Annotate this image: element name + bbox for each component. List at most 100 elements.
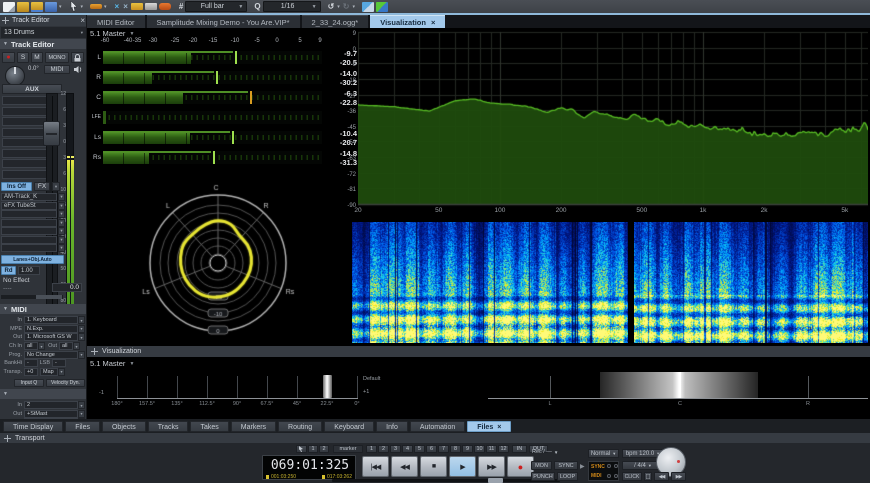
insert-slot[interactable]: [1, 244, 57, 252]
midi-chout-value[interactable]: all: [59, 342, 73, 350]
quantize-dropdown[interactable]: 1/16 ▼: [262, 1, 321, 12]
import-audio-icon[interactable]: [31, 1, 43, 12]
midi-mode-button[interactable]: MIDI: [44, 65, 70, 74]
viz-source-selector[interactable]: 5.1 Master ▼: [90, 29, 134, 38]
marker-number-button[interactable]: 9: [462, 445, 473, 453]
monitoring-button[interactable]: MON: [531, 461, 552, 470]
marker-number-button[interactable]: 12: [498, 445, 509, 453]
midi-row-value[interactable]: 1. Keyboard: [24, 316, 78, 324]
insert-slot[interactable]: AM-Track_K: [1, 193, 57, 201]
loop-button[interactable]: LOOP: [557, 472, 578, 481]
dropdown-icon[interactable]: ▾: [38, 342, 45, 350]
scrub-back-button[interactable]: ◀◀: [654, 472, 669, 481]
mouse-mode-icon[interactable]: [69, 1, 79, 12]
insert-slot[interactable]: [1, 210, 57, 218]
document-tab[interactable]: Visualization ×: [370, 15, 446, 28]
dock-tab[interactable]: Files ×: [467, 420, 512, 432]
play-mode-1-button[interactable]: 1: [308, 445, 318, 453]
midi-row-dropdown-icon[interactable]: ▾: [78, 316, 85, 324]
insert-slot-dropdown-icon[interactable]: ▾: [58, 227, 65, 235]
midi-transp-value[interactable]: +0: [24, 367, 38, 376]
forward-button[interactable]: ▶▶: [478, 456, 505, 477]
section-midi[interactable]: ▼ MIDI: [0, 304, 86, 314]
dock-tab[interactable]: Routing: [278, 420, 323, 432]
undo-caret-icon[interactable]: ▾: [337, 2, 340, 12]
redo-caret-icon[interactable]: ▾: [353, 2, 356, 12]
insert-slot-dropdown-icon[interactable]: ▾: [58, 210, 65, 218]
velocity-dynamics-button[interactable]: Velocity Dyn.: [46, 379, 85, 387]
dropdown-icon[interactable]: ▾: [73, 342, 80, 350]
record-mode-selector[interactable]: Rec / — ▼: [532, 449, 558, 455]
crossfade-editor-icon[interactable]: ×: [115, 2, 120, 11]
play-mode-selector[interactable]: Normal ▼: [588, 449, 619, 458]
play-button[interactable]: ▶: [449, 456, 476, 477]
marker-number-button[interactable]: 11: [486, 445, 497, 453]
expand-arrow-icon[interactable]: ▶: [580, 463, 585, 470]
tab-close-icon[interactable]: ×: [431, 18, 435, 27]
midi-row-value[interactable]: 1. Microsoft GS W: [24, 333, 78, 341]
range-in-button[interactable]: IN: [512, 445, 527, 453]
section-track-editor[interactable]: ▼ Track Editor: [0, 39, 86, 49]
audio-row-dropdown-icon[interactable]: ▾: [78, 401, 85, 409]
fade-curve-icon[interactable]: [130, 3, 143, 10]
midi-map-value[interactable]: Map: [40, 367, 58, 376]
go-to-start-button[interactable]: |◀◀: [362, 456, 389, 477]
fx-button[interactable]: FX: [34, 182, 50, 191]
track-editor-panel-header[interactable]: Track Editor ×: [0, 15, 86, 26]
play-mode-2-button[interactable]: 2: [319, 445, 329, 453]
dropdown-icon[interactable]: ▾: [78, 350, 85, 359]
dock-tab[interactable]: Automation: [409, 420, 466, 432]
record-button[interactable]: ●: [507, 456, 534, 477]
grid-icon[interactable]: #: [179, 2, 183, 11]
automation-read-button[interactable]: Rd: [1, 266, 16, 275]
dock-tab[interactable]: Objects: [101, 420, 146, 432]
grid-value-dropdown[interactable]: Full bar ▼: [185, 1, 248, 12]
marker-number-button[interactable]: 6: [426, 445, 437, 453]
auto-color-icon[interactable]: [376, 1, 389, 12]
save-caret-icon[interactable]: ▾: [59, 2, 62, 12]
scrub-forward-button[interactable]: ▶▶: [671, 472, 686, 481]
sync-button[interactable]: SYNC: [554, 461, 578, 470]
midi-row-value[interactable]: N.Exp.: [24, 324, 78, 333]
document-tab[interactable]: 2_33_24.ogg*: [301, 15, 369, 28]
time-display[interactable]: 069:01:325 001:03:250 017:03:262: [262, 455, 356, 480]
dock-tab[interactable]: Markers: [230, 420, 277, 432]
document-tab[interactable]: Samplitude Mixing Demo - You Are.VIP*: [146, 15, 300, 28]
stop-button[interactable]: ■: [420, 456, 447, 477]
position-slider-thumb[interactable]: [488, 478, 503, 483]
undo-icon[interactable]: ↺: [328, 2, 335, 11]
quantize-icon[interactable]: Q: [254, 2, 260, 11]
play-cursor-mode-button[interactable]: [296, 445, 307, 453]
marker-number-button[interactable]: 1: [366, 445, 377, 453]
scrollbar-thumb[interactable]: [36, 295, 62, 299]
solo-button[interactable]: S: [17, 52, 29, 63]
marker-number-button[interactable]: 8: [450, 445, 461, 453]
marker-number-button[interactable]: 5: [414, 445, 425, 453]
insert-slot[interactable]: [1, 227, 57, 235]
fx-dropdown-icon[interactable]: ▾: [52, 182, 60, 191]
insert-slot[interactable]: [1, 235, 57, 244]
group-objects-icon[interactable]: [158, 3, 171, 10]
insert-slot-dropdown-icon[interactable]: ▾: [58, 201, 65, 210]
object-mute-icon[interactable]: [144, 3, 157, 10]
position-slider[interactable]: [332, 479, 560, 482]
plugin-scrollbar[interactable]: [1, 295, 63, 299]
mute-button[interactable]: M: [31, 52, 43, 63]
midi-chin-value[interactable]: all: [24, 342, 38, 350]
insert-slot-dropdown-icon[interactable]: ▾: [58, 193, 65, 201]
marker-number-button[interactable]: 10: [474, 445, 485, 453]
punch-button[interactable]: PUNCH: [531, 472, 555, 481]
open-project-icon[interactable]: [17, 1, 29, 12]
marker-number-button[interactable]: 3: [390, 445, 401, 453]
dock-tab[interactable]: Tracks: [147, 420, 189, 432]
insert-slot-dropdown-icon[interactable]: ▾: [58, 235, 65, 244]
record-arm-button[interactable]: ●: [2, 52, 15, 63]
click-button[interactable]: CLICK: [622, 472, 642, 481]
midi-row-dropdown-icon[interactable]: ▾: [78, 333, 85, 341]
midi-row-dropdown-icon[interactable]: ▾: [78, 324, 85, 333]
redo-icon[interactable]: ↻: [343, 2, 350, 11]
inserts-off-button[interactable]: Ins Off: [1, 182, 32, 191]
lock-button[interactable]: [71, 52, 84, 63]
mono-button[interactable]: MONO: [45, 52, 69, 63]
dock-tab[interactable]: Time Display: [3, 420, 64, 432]
